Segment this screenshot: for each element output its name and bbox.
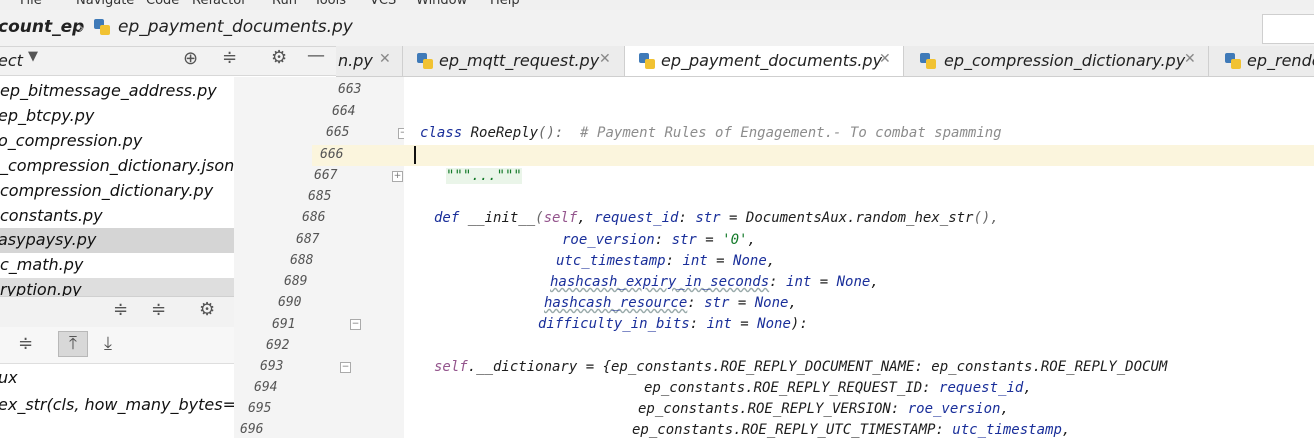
close-icon[interactable]: ✕: [379, 51, 391, 67]
code-line-689: hashcash_expiry_in_seconds: int = None,: [550, 274, 879, 290]
tree-item-label: compression_dictionary.py: [0, 181, 214, 200]
line-number: 687: [296, 232, 320, 247]
line-number: 685: [308, 189, 332, 204]
code-line-696: ep_constants.ROE_REPLY_UTC_TIMESTAMP: ut…: [632, 422, 1071, 438]
structure-item[interactable]: ux: [0, 368, 18, 387]
tab-ep-compression-dictionary[interactable]: ep_compression_dictionary.py ✕: [904, 46, 1209, 76]
collapse-all-icon[interactable]: ≑: [222, 47, 237, 68]
fold-minus-icon[interactable]: −: [340, 362, 351, 373]
tab-ep-rende[interactable]: ep_rende: [1209, 46, 1314, 76]
line-number: 665: [326, 125, 350, 140]
tree-item-label: c_math.py: [0, 255, 84, 274]
line-number: 695: [248, 401, 272, 416]
line-number: 692: [266, 338, 290, 353]
structure-item[interactable]: ex_str(cls, how_many_bytes=ep_: [0, 395, 264, 414]
project-panel-header: ect ▼ ⊕ ≑ ⚙ —: [0, 45, 336, 76]
tree-item-label: asypaysy.py: [0, 230, 97, 249]
text-caret: [414, 146, 416, 164]
breadcrumb-project[interactable]: count_ep: [0, 17, 84, 37]
code-editor[interactable]: class RoeReply(): # Payment Rules of Eng…: [404, 77, 1314, 438]
line-number: 694: [254, 380, 278, 395]
line-number: 664: [332, 104, 356, 119]
tree-item-label: o_compression.py: [0, 131, 143, 150]
line-number: 690: [278, 295, 302, 310]
line-number: 688: [290, 253, 314, 268]
close-icon[interactable]: ✕: [1184, 51, 1196, 67]
code-line-691: difficulty_in_bits: int = None):: [538, 316, 808, 332]
line-number-gutter: 663 664 665 666 667 685 686 687 688 689 …: [234, 77, 409, 438]
menu-vcs[interactable]: VCS: [370, 0, 396, 8]
close-icon[interactable]: ✕: [599, 51, 611, 67]
menu-help[interactable]: Help: [490, 0, 520, 8]
chevron-right-icon: ›: [78, 18, 85, 37]
hide-panel-icon[interactable]: —: [307, 45, 325, 66]
tab-n-py[interactable]: n.py ✕: [336, 46, 403, 76]
structure-list: ux ex_str(cls, how_many_bytes=ep_: [0, 364, 264, 438]
tree-item-label: _compression_dictionary.json: [0, 156, 235, 175]
line-number: 696: [240, 422, 264, 437]
code-line-693: self.__dictionary = {ep_constants.ROE_RE…: [434, 359, 1168, 375]
python-file-icon: [639, 53, 655, 69]
tab-label: ep_rende: [1247, 51, 1314, 70]
tree-item-label: constants.py: [0, 206, 103, 225]
python-file-icon: [94, 19, 110, 35]
code-line-688: utc_timestamp: int = None,: [556, 253, 776, 269]
breadcrumb-file[interactable]: ep_payment_documents.py: [118, 17, 353, 37]
close-icon[interactable]: ✕: [879, 51, 891, 67]
tab-label: n.py: [338, 51, 373, 70]
collapse-all-icon[interactable]: ≑: [151, 299, 166, 320]
nav-toolbar-box: [1262, 14, 1314, 44]
menu-bar: File Navigate Code Refactor Run Tools VC…: [0, 0, 1314, 10]
sort-icon[interactable]: ≑: [18, 333, 33, 354]
code-line-695: ep_constants.ROE_REPLY_VERSION: roe_vers…: [638, 401, 1009, 417]
tab-ep-mqtt-request[interactable]: ep_mqtt_request.py ✕: [403, 46, 625, 76]
tab-label: ep_payment_documents.py: [661, 51, 883, 70]
code-line-667: """...""": [446, 168, 522, 184]
scroll-to-source-icon[interactable]: ⤓: [104, 333, 112, 354]
menu-refactor[interactable]: Refactor: [192, 0, 247, 8]
python-file-icon: [1225, 53, 1241, 69]
tree-item-label: ryption.py: [0, 280, 82, 296]
scroll-from-source-icon[interactable]: ⤒: [58, 331, 88, 357]
code-line-665: class RoeReply(): # Payment Rules of Eng…: [420, 125, 1002, 141]
tab-label: ep_mqtt_request.py: [439, 51, 600, 70]
gear-icon[interactable]: ⚙: [199, 299, 215, 320]
current-line-highlight: [404, 145, 1314, 166]
fold-end-icon[interactable]: −: [350, 319, 361, 330]
menu-file[interactable]: File: [20, 0, 42, 8]
gear-icon[interactable]: ⚙: [271, 47, 287, 68]
line-number: 691: [272, 317, 296, 332]
code-line-690: hashcash_resource: str = None,: [544, 295, 797, 311]
line-number: 689: [284, 274, 308, 289]
tree-item-label: ep_btcpy.py: [0, 106, 95, 125]
line-number: 667: [314, 168, 338, 183]
project-view-selector[interactable]: ect: [0, 51, 23, 70]
line-number: 666: [320, 147, 344, 162]
tab-label: ep_compression_dictionary.py: [944, 51, 1186, 70]
fold-plus-icon[interactable]: +: [392, 171, 403, 182]
breadcrumb: count_ep › ep_payment_documents.py: [0, 10, 1314, 47]
menu-run[interactable]: Run: [272, 0, 297, 8]
menu-navigate[interactable]: Navigate: [76, 0, 134, 8]
tree-item-label: ep_bitmessage_address.py: [0, 81, 217, 100]
line-number: 663: [338, 82, 362, 97]
tab-ep-payment-documents[interactable]: ep_payment_documents.py ✕: [625, 46, 904, 76]
code-line-694: ep_constants.ROE_REPLY_REQUEST_ID: reque…: [644, 380, 1032, 396]
line-number: 693: [260, 359, 284, 374]
menu-code[interactable]: Code: [146, 0, 179, 8]
locate-target-icon[interactable]: ⊕: [183, 48, 198, 69]
code-line-686: def __init__(self, request_id: str = Doc…: [434, 210, 999, 226]
dropdown-arrow-icon[interactable]: ▼: [28, 49, 38, 64]
expand-all-icon[interactable]: ≑: [113, 299, 128, 320]
python-file-icon: [920, 53, 936, 69]
line-number: 686: [302, 210, 326, 225]
python-file-icon: [417, 53, 433, 69]
menu-tools[interactable]: Tools: [314, 0, 346, 8]
code-line-687: roe_version: str = '0',: [562, 232, 756, 248]
editor-tab-bar: n.py ✕ ep_mqtt_request.py ✕ ep_payment_d…: [336, 46, 1314, 77]
menu-window[interactable]: Window: [416, 0, 467, 8]
